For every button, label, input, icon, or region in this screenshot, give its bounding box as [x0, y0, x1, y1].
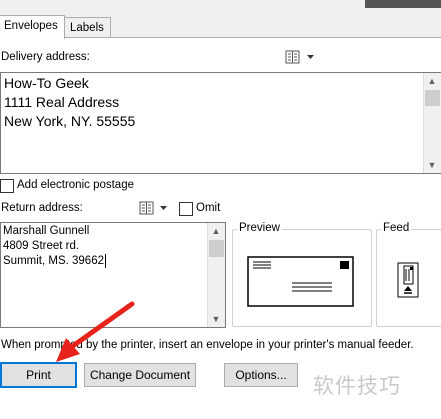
feed-label: Feed [381, 222, 412, 234]
envelope-preview-icon [247, 256, 354, 307]
return-address-book-button[interactable] [138, 200, 172, 216]
delivery-address-input[interactable]: How-To Geek 1111 Real Address New York, … [0, 72, 441, 174]
change-document-button-label: Change Document [89, 368, 191, 382]
feed-group[interactable] [376, 229, 441, 327]
scroll-down-icon[interactable]: ▼ [424, 157, 440, 173]
title-bar-edge [365, 0, 441, 8]
tab-labels[interactable]: Labels [63, 17, 111, 38]
preview-group[interactable] [232, 229, 372, 327]
feed-orientation-icon [397, 262, 419, 298]
tab-envelopes-label: Envelopes [4, 20, 58, 32]
watermark: 软件技巧 [313, 374, 401, 398]
address-book-button[interactable] [284, 49, 318, 65]
omit-checkbox[interactable] [179, 202, 193, 216]
return-scrollbar[interactable]: ▲ ▼ [207, 223, 225, 327]
delivery-address-label: Delivery address: [1, 51, 90, 63]
options-button[interactable]: Options... [224, 363, 298, 387]
tab-labels-label: Labels [70, 22, 104, 34]
text-cursor [105, 254, 106, 268]
electronic-postage-checkbox[interactable] [0, 179, 14, 193]
scroll-thumb[interactable] [425, 90, 440, 106]
scroll-thumb[interactable] [209, 240, 224, 257]
red-arrow-annotation [56, 301, 135, 362]
electronic-postage-label: Add electronic postage [17, 179, 134, 191]
scroll-up-icon[interactable]: ▲ [424, 73, 440, 89]
delivery-address-text: How-To Geek 1111 Real Address New York, … [4, 75, 136, 129]
scroll-up-icon[interactable]: ▲ [208, 223, 224, 239]
delivery-scrollbar[interactable]: ▲ ▼ [423, 73, 441, 173]
address-book-icon [285, 50, 314, 64]
tab-envelopes[interactable]: Envelopes [0, 15, 65, 39]
preview-label: Preview [237, 222, 282, 234]
print-button-label: Print [26, 368, 51, 382]
return-address-text: Marshall Gunnell 4809 Street rd. Summit,… [3, 225, 104, 267]
omit-label: Omit [196, 202, 221, 214]
address-book-icon [139, 201, 167, 215]
scroll-down-icon[interactable]: ▼ [208, 311, 224, 327]
return-address-label: Return address: [1, 202, 83, 214]
options-button-label: Options... [235, 368, 287, 382]
